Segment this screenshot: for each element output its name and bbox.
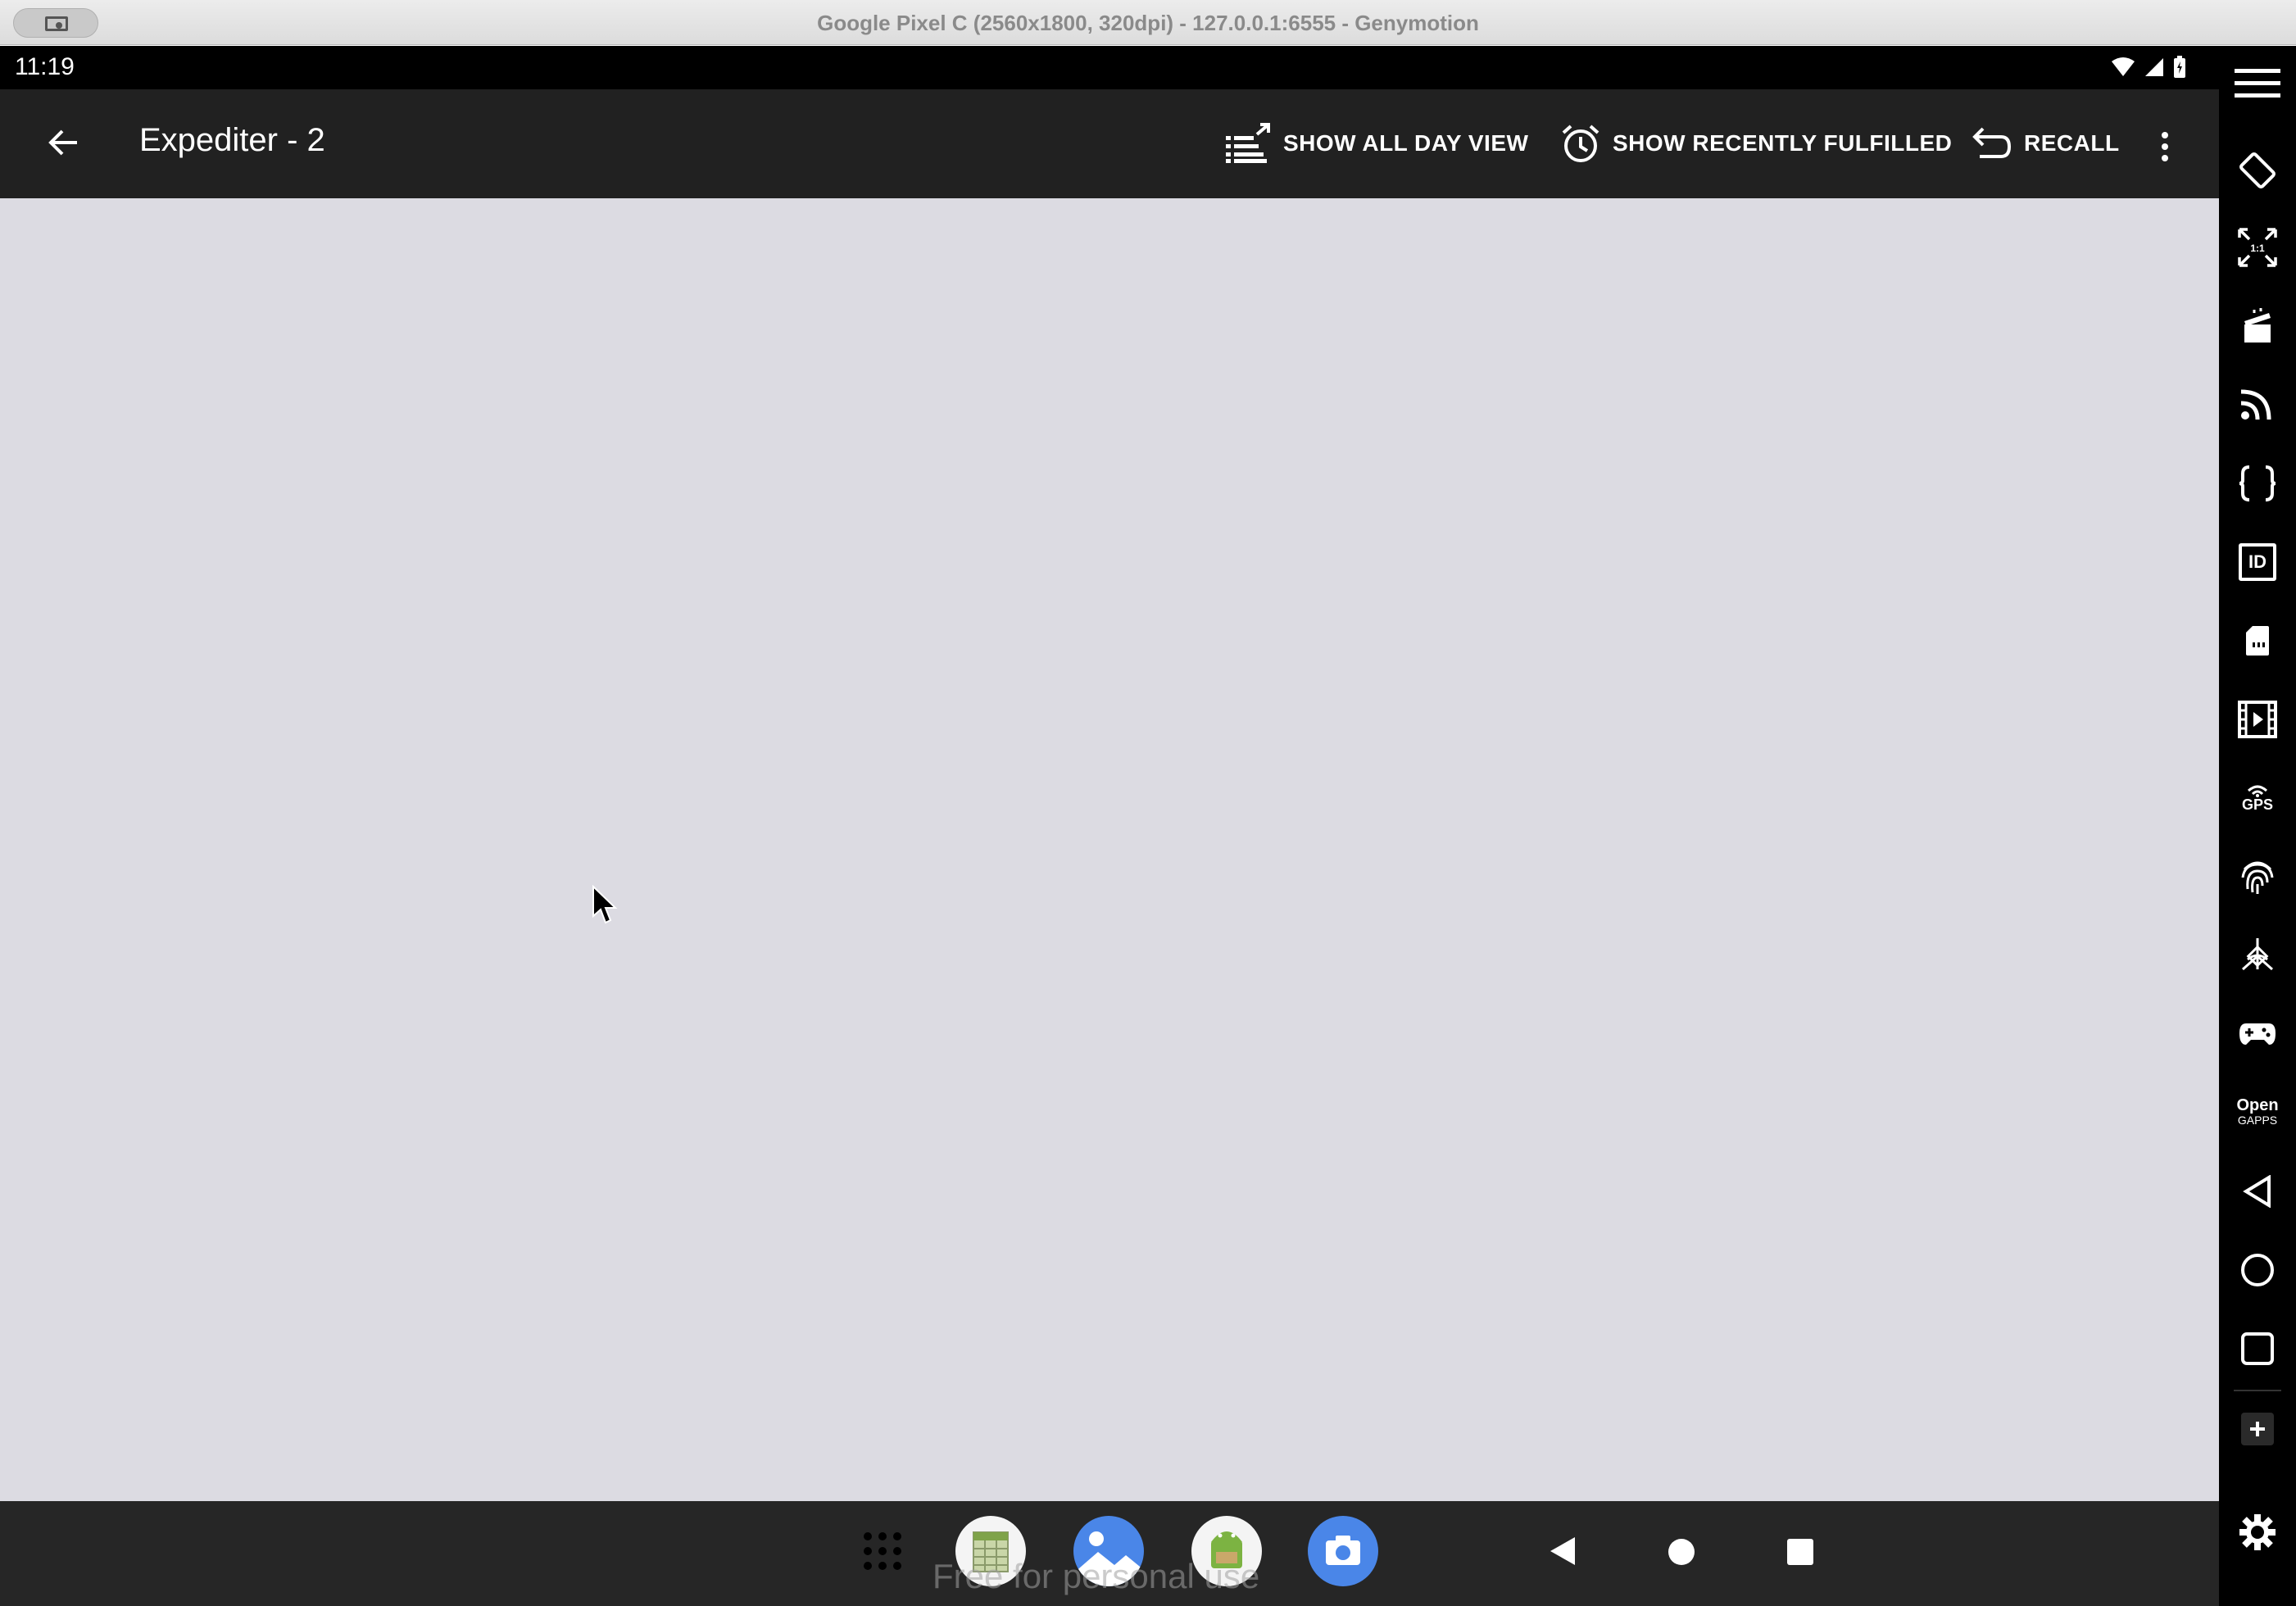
menu-icon: [2235, 69, 2280, 98]
toolbar-recents-button[interactable]: [2219, 1316, 2296, 1381]
open-gapps-icon: Open GAPPS: [2236, 1096, 2279, 1127]
capture-button[interactable]: [2219, 293, 2296, 359]
show-all-day-view-label: SHOW ALL DAY VIEW: [1283, 130, 1529, 156]
back-button[interactable]: [34, 114, 92, 171]
media-icon: [2238, 701, 2277, 738]
nav-home-button[interactable]: [1668, 1539, 1695, 1565]
home-circle-icon: [2241, 1254, 2274, 1286]
settings-button[interactable]: [2219, 1499, 2296, 1565]
gamepad-button[interactable]: [2219, 1001, 2296, 1067]
emulator-toolbar: 1:1 ID GPS Open GAPPS: [2219, 46, 2296, 1606]
show-recently-fulfilled-label: SHOW RECENTLY FULFILLED: [1613, 130, 1953, 156]
recall-label: RECALL: [2024, 130, 2120, 156]
recents-square-icon: [2241, 1332, 2274, 1365]
pixel-perfect-icon: 1:1: [2238, 228, 2277, 267]
cast-button[interactable]: [2219, 370, 2296, 436]
genymotion-window: Google Pixel C (2560x1800, 320dpi) - 127…: [0, 0, 2296, 1606]
rotate-button[interactable]: [2219, 138, 2296, 203]
app-drawer-icon[interactable]: [864, 1532, 901, 1570]
nav-back-button[interactable]: [1549, 1536, 1577, 1567]
status-time: 11:19: [15, 53, 75, 80]
sd-card-button[interactable]: [2219, 608, 2296, 674]
settings-gear-icon: [2239, 1514, 2276, 1550]
camera-app-icon[interactable]: [1308, 1516, 1378, 1586]
identifiers-button[interactable]: ID: [2219, 529, 2296, 595]
media-button[interactable]: [2219, 687, 2296, 752]
status-icons: [2111, 56, 2186, 79]
status-bar: 11:19: [0, 46, 2219, 89]
list-expand-icon: [1226, 123, 1270, 163]
api-icon: [2239, 465, 2276, 501]
biometrics-button[interactable]: [2219, 844, 2296, 910]
menu-button[interactable]: [2219, 51, 2296, 116]
expediter-content-area[interactable]: [0, 198, 2219, 1501]
toolbar-back-button[interactable]: [2219, 1159, 2296, 1224]
wifi-icon: [2112, 57, 2135, 76]
undo-arrow-icon: [1972, 127, 2012, 158]
show-all-day-view-button[interactable]: SHOW ALL DAY VIEW: [1224, 119, 1528, 168]
nav-recents-button[interactable]: [1787, 1539, 1813, 1565]
gamepad-icon: [2239, 1023, 2276, 1045]
recall-button[interactable]: RECALL: [1972, 119, 2120, 168]
api-button[interactable]: [2219, 451, 2296, 516]
add-icon: [2241, 1413, 2274, 1445]
toolbar-divider: [2234, 1390, 2281, 1391]
pixel-perfect-button[interactable]: 1:1: [2219, 215, 2296, 280]
alarm-clock-icon: [1562, 125, 1599, 162]
battery-icon: [2174, 56, 2185, 78]
toolbar-home-button[interactable]: [2219, 1237, 2296, 1303]
motion-sensor-button[interactable]: [2219, 923, 2296, 988]
back-triangle-icon: [2243, 1175, 2271, 1208]
motion-sensor-icon: [2242, 938, 2273, 971]
cast-icon: [2240, 389, 2271, 420]
identifiers-icon: ID: [2239, 543, 2276, 581]
mouse-cursor-icon: [592, 885, 618, 924]
arrow-back-icon: [48, 129, 77, 156]
app-bar: Expediter - 2 SHOW ALL DAY VIEW SHOW REC…: [0, 89, 2219, 198]
fingerprint-icon: [2241, 861, 2274, 894]
page-title: Expediter - 2: [139, 122, 325, 158]
gps-button[interactable]: GPS: [2219, 765, 2296, 831]
show-recently-fulfilled-button[interactable]: SHOW RECENTLY FULFILLED: [1560, 119, 1952, 168]
navigation-bar: Free for personal use: [0, 1501, 2219, 1606]
window-titlebar: Google Pixel C (2560x1800, 320dpi) - 127…: [0, 0, 2296, 45]
signal-icon: [2145, 58, 2163, 76]
add-widget-button[interactable]: [2219, 1396, 2296, 1462]
gps-icon: GPS: [2242, 784, 2273, 812]
window-title: Google Pixel C (2560x1800, 320dpi) - 127…: [817, 11, 1479, 35]
watermark-text: Free for personal use: [932, 1557, 1260, 1595]
rotate-icon: [2239, 152, 2276, 188]
overflow-menu-button[interactable]: [2149, 122, 2181, 171]
more-vert-icon: [2162, 132, 2168, 161]
open-gapps-button[interactable]: Open GAPPS: [2219, 1080, 2296, 1146]
svg-text:1:1: 1:1: [2250, 243, 2265, 254]
sd-card-icon: [2246, 626, 2269, 656]
capture-icon: [2244, 308, 2271, 343]
